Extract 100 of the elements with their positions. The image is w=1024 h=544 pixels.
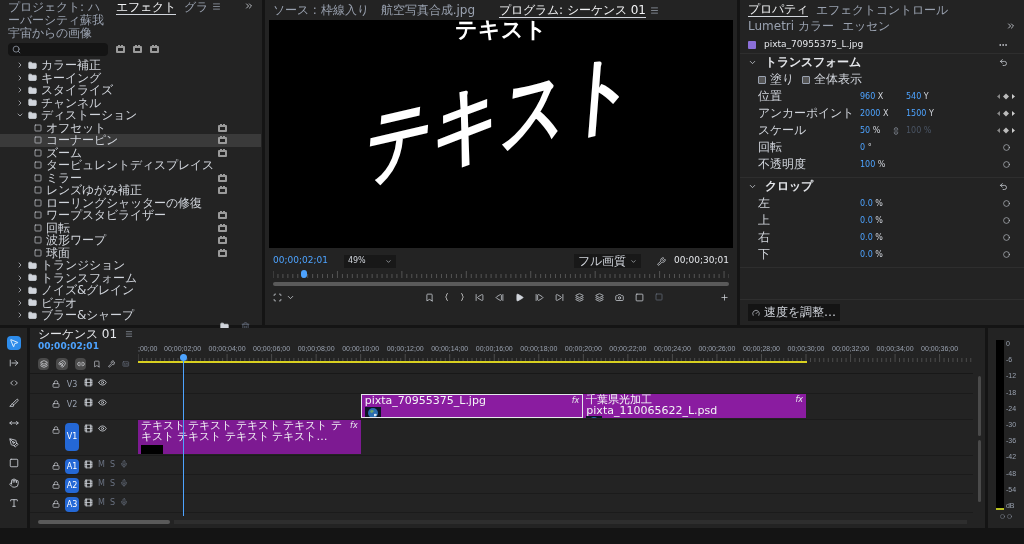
- lock-icon[interactable]: [52, 462, 60, 470]
- settings-icon[interactable]: [107, 359, 116, 368]
- property-value[interactable]: 100 %: [860, 158, 906, 171]
- eye-icon[interactable]: [98, 378, 107, 387]
- property-value[interactable]: 2000 X: [860, 107, 906, 120]
- lock-icon[interactable]: [52, 481, 60, 489]
- sync-lock-icon[interactable]: [84, 479, 93, 488]
- add-icon[interactable]: [720, 292, 729, 302]
- lock-icon[interactable]: [52, 500, 60, 508]
- folder-row[interactable]: スタイライズ: [0, 84, 261, 97]
- option-icon[interactable]: [758, 75, 766, 84]
- property-value[interactable]: 540 Y: [906, 90, 952, 103]
- effect-row[interactable]: 球面: [0, 246, 261, 259]
- chevron-down-icon[interactable]: [748, 182, 757, 191]
- search-field[interactable]: [8, 42, 108, 56]
- property-value[interactable]: 1500 Y: [906, 107, 952, 120]
- pen-tool-icon[interactable]: [6, 436, 21, 450]
- folder-row[interactable]: ノイズ&グレイン: [0, 284, 261, 297]
- property-value[interactable]: 0.0 %: [860, 214, 906, 227]
- link-icon[interactable]: [892, 126, 900, 135]
- property-value[interactable]: 50 %: [860, 124, 906, 137]
- chevron-down-icon[interactable]: [748, 58, 757, 67]
- eye-icon[interactable]: [98, 398, 107, 407]
- compare-icon[interactable]: [635, 292, 644, 302]
- property-value[interactable]: 960 X: [860, 90, 906, 103]
- menu-icon[interactable]: [650, 5, 659, 15]
- snap-icon[interactable]: [56, 357, 68, 370]
- folder-row[interactable]: チャンネル: [0, 96, 261, 109]
- property-value[interactable]: 0.0 %: [860, 197, 906, 210]
- tab[interactable]: エッセン: [841, 19, 890, 33]
- track-target[interactable]: A2: [65, 478, 79, 493]
- lock-icon[interactable]: [52, 426, 60, 434]
- tab[interactable]: グラ: [184, 1, 208, 14]
- extract-icon[interactable]: [595, 292, 604, 302]
- settings-icon[interactable]: [657, 256, 667, 266]
- playhead[interactable]: [300, 270, 307, 278]
- reset-icon[interactable]: [999, 182, 1008, 191]
- effect-row[interactable]: ワープスタビライザー: [0, 209, 261, 222]
- effect-row[interactable]: ローリングシャッターの修復: [0, 196, 261, 209]
- effect-row[interactable]: ズーム: [0, 146, 261, 159]
- sync-lock-icon[interactable]: [84, 498, 93, 507]
- folder-row[interactable]: ブラー&シャープ: [0, 309, 261, 322]
- effect-row[interactable]: 波形ワープ: [0, 234, 261, 247]
- folder-row[interactable]: キーイング: [0, 71, 261, 84]
- property-value[interactable]: 0 °: [860, 141, 906, 154]
- effect-row[interactable]: ミラー: [0, 171, 261, 184]
- quality-dropdown[interactable]: フル画質: [574, 254, 642, 268]
- tab[interactable]: エフェクト: [116, 1, 176, 15]
- effect-row[interactable]: コーナーピン: [0, 134, 261, 147]
- sync-lock-icon[interactable]: [84, 460, 93, 469]
- menu-icon[interactable]: [125, 330, 134, 338]
- option-icon[interactable]: [802, 75, 810, 84]
- track-target[interactable]: A1: [65, 459, 79, 474]
- zoom-dropdown[interactable]: 49%: [343, 254, 396, 268]
- scrollbar[interactable]: [38, 520, 170, 524]
- trash-icon[interactable]: [241, 321, 250, 331]
- stopwatch-icon[interactable]: [1002, 200, 1010, 207]
- safe-margins-icon[interactable]: [273, 292, 282, 302]
- nest-icon[interactable]: [38, 357, 50, 370]
- mark-in-icon[interactable]: [445, 293, 449, 301]
- folder-row[interactable]: カラー補正: [0, 59, 261, 72]
- stopwatch-icon[interactable]: [1002, 217, 1010, 224]
- sync-lock-icon[interactable]: [84, 378, 93, 387]
- lock-icon[interactable]: [52, 380, 60, 388]
- folder-row[interactable]: トランスフォーム: [0, 271, 261, 284]
- track-target[interactable]: A3: [65, 497, 79, 512]
- camera-icon[interactable]: [615, 292, 624, 302]
- razor-tool-icon[interactable]: [6, 396, 21, 410]
- lock-icon[interactable]: [52, 400, 60, 408]
- toggle-icon[interactable]: [655, 293, 663, 301]
- stopwatch-icon[interactable]: [1002, 161, 1010, 168]
- tab[interactable]: プロジェクト: ハーバーシティ蘇我宇宙からの画像: [8, 1, 108, 40]
- tab[interactable]: ソース : 枠線入り 航空写真合成.jpg: [273, 3, 476, 17]
- track-target[interactable]: V1: [65, 423, 79, 451]
- step-forward-icon[interactable]: [535, 292, 544, 302]
- scrollbar[interactable]: [977, 376, 981, 436]
- property-value[interactable]: 0.0 %: [860, 248, 906, 261]
- select-tool-icon[interactable]: [6, 336, 21, 350]
- keyframe-navigation-icon[interactable]: [996, 93, 1016, 100]
- keyframe-navigation-icon[interactable]: [996, 110, 1016, 117]
- marker-icon[interactable]: [93, 359, 101, 368]
- stopwatch-icon[interactable]: [1002, 144, 1010, 151]
- sync-lock-icon[interactable]: [84, 424, 93, 433]
- play-icon[interactable]: [515, 292, 524, 302]
- go-to-out-icon[interactable]: [555, 292, 564, 302]
- effect-row[interactable]: タービュレントディスプレイス: [0, 159, 261, 172]
- track-target[interactable]: V2: [65, 397, 79, 412]
- go-to-in-icon[interactable]: [475, 292, 484, 302]
- marker-icon[interactable]: [425, 292, 434, 302]
- more-tabs-icon[interactable]: [1006, 21, 1016, 31]
- stopwatch-icon[interactable]: [1002, 234, 1010, 241]
- mark-out-icon[interactable]: [460, 293, 464, 301]
- effect-row[interactable]: レンズゆがみ補正: [0, 184, 261, 197]
- lift-icon[interactable]: [575, 292, 584, 302]
- step-back-icon[interactable]: [495, 292, 504, 302]
- eye-icon[interactable]: [98, 424, 107, 433]
- stopwatch-icon[interactable]: [1002, 251, 1010, 258]
- sync-lock-icon[interactable]: [84, 398, 93, 407]
- track-target[interactable]: V3: [65, 377, 79, 392]
- property-value[interactable]: 0.0 %: [860, 231, 906, 244]
